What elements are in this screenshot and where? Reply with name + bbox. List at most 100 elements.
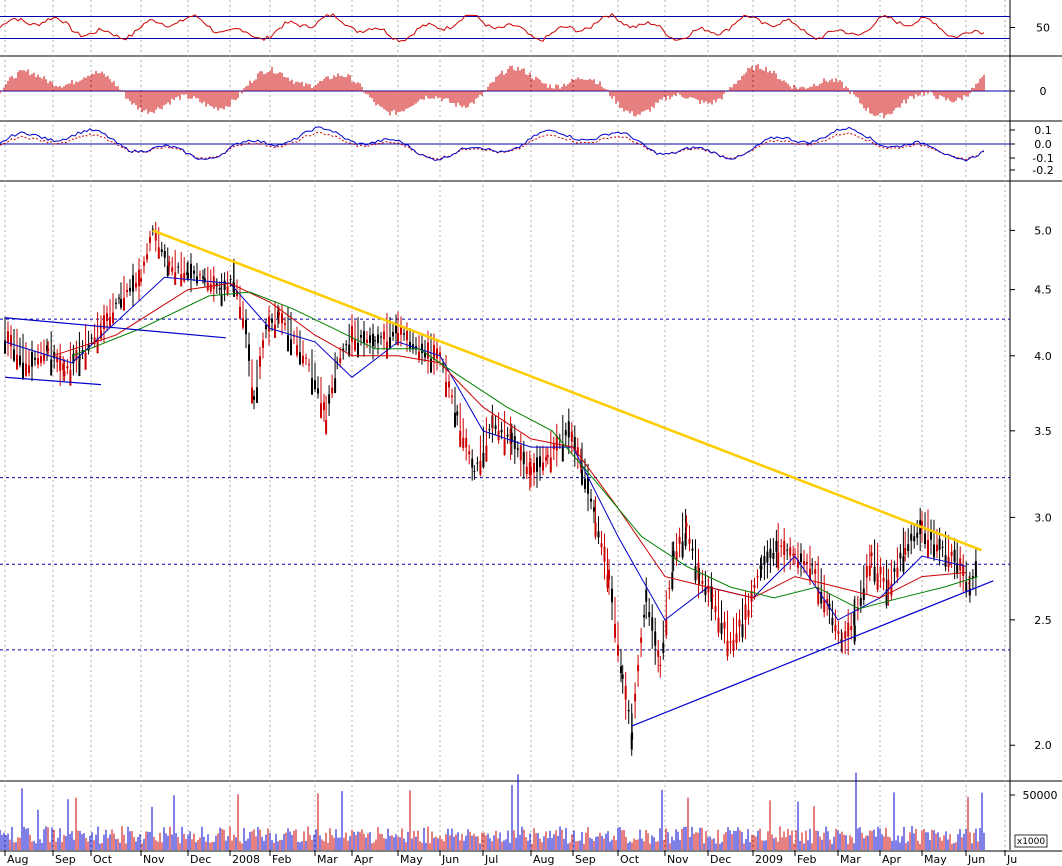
price-candle-body <box>603 546 606 562</box>
volume-panel <box>0 772 985 850</box>
price-candle-body <box>427 342 429 359</box>
price-candle-body <box>331 387 334 394</box>
price-candle-body <box>720 623 723 634</box>
price-candle-body <box>941 546 944 548</box>
price-candle-body <box>328 394 331 404</box>
price-candle-body <box>448 381 450 388</box>
price-candle-body <box>513 436 516 449</box>
price-candle-body <box>953 549 956 563</box>
price-tick-label: 3.5 <box>1034 425 1052 438</box>
price-candle-body <box>567 421 570 438</box>
price-candle-body <box>587 477 589 494</box>
price-candle-body <box>149 237 151 243</box>
month-label: Jul <box>484 853 498 866</box>
price-candle-body <box>681 541 684 558</box>
price-candle-body <box>334 378 337 393</box>
month-label: 2008 <box>232 853 260 866</box>
price-candle-body <box>962 565 965 576</box>
price-candle-body <box>800 553 802 563</box>
rsi-tick-label: 50 <box>1036 22 1050 35</box>
price-candle-body <box>611 588 613 603</box>
price-candle-body <box>831 617 834 626</box>
price-candle-body <box>160 249 163 252</box>
month-label: 2009 <box>755 853 783 866</box>
price-candle-body <box>284 323 286 325</box>
price-candle-body <box>738 619 741 627</box>
price-candle-body <box>933 544 935 558</box>
price-candle-body <box>893 568 896 572</box>
stock-chart: Aug Sep Oct Nov Dec 2008 Feb Mar Apr May Jun Jul Aug… <box>0 0 1062 866</box>
price-candle-body <box>281 313 283 324</box>
month-label: Oct <box>93 853 113 866</box>
price-candle-body <box>374 340 376 342</box>
price-candle-body <box>834 625 837 632</box>
price-candle-body <box>811 564 814 566</box>
month-label: Feb <box>272 853 291 866</box>
price-candle-body <box>226 286 229 294</box>
price-candle-body <box>69 369 72 386</box>
price-candle-body <box>369 335 371 343</box>
price-candle-body <box>624 685 627 700</box>
price-candle-body <box>37 358 39 365</box>
price-candle-body <box>239 306 241 319</box>
price-candle-body <box>668 588 671 589</box>
trendline <box>631 580 994 727</box>
oscillator-tick-label: 0.0 <box>1034 138 1052 151</box>
horizontal-levels <box>0 318 1010 651</box>
price-candle-body <box>694 566 697 581</box>
month-label: May <box>924 853 947 866</box>
moving-averages <box>4 276 978 621</box>
month-label: Aug <box>533 853 554 866</box>
price-candle-body <box>775 541 778 552</box>
price-candle-body <box>853 625 856 641</box>
price-candle-body <box>354 339 356 351</box>
price-candle-body <box>397 333 399 345</box>
price-candle-body <box>549 457 552 473</box>
price-candle-body <box>899 552 902 559</box>
price-candle-body <box>163 251 166 258</box>
moving-average-line <box>52 282 967 599</box>
price-candle-body <box>691 548 694 551</box>
price-candle-body <box>654 631 657 646</box>
price-candle-body <box>545 457 547 461</box>
month-label: Nov <box>667 853 689 866</box>
price-candle-body <box>714 606 717 613</box>
price-candle-body <box>471 458 474 468</box>
price-candle-body <box>380 336 382 338</box>
price-candle-body <box>927 539 929 557</box>
price-candle-body <box>209 284 212 292</box>
price-candle-body <box>678 536 681 544</box>
price-candle-body <box>50 359 53 376</box>
month-label: Apr <box>882 853 902 866</box>
price-candle-body <box>220 294 223 306</box>
price-candle-body <box>870 552 873 556</box>
price-candle-body <box>180 274 183 287</box>
price-candle-body <box>760 566 763 570</box>
price-candle-body <box>688 538 691 544</box>
price-candle-body <box>456 411 459 416</box>
price-candle-body <box>503 439 506 456</box>
price-candle-body <box>129 287 131 292</box>
price-candle-body <box>287 335 289 352</box>
price-candle-body <box>865 565 868 578</box>
price-candle-body <box>859 598 862 606</box>
price-candle-body <box>597 531 600 538</box>
price-candle-body <box>389 337 391 349</box>
price-candle-body <box>594 522 597 537</box>
month-label: Nov <box>143 853 165 866</box>
month-label: Dec <box>710 853 731 866</box>
price-tick-label: 2.5 <box>1034 614 1052 627</box>
price-candle-body <box>418 351 420 360</box>
price-tick-label: 2.0 <box>1034 739 1052 752</box>
price-candle-body <box>648 612 651 618</box>
price-candle-body <box>640 637 643 643</box>
price-candle-body <box>488 429 491 431</box>
price-candle-body <box>311 378 313 395</box>
price-candle-body <box>259 356 261 367</box>
price-candle-body <box>253 396 255 400</box>
price-candle-body <box>314 380 316 390</box>
price-candle-body <box>620 666 622 674</box>
price-candle-body <box>539 456 541 467</box>
price-tick-label: 4.5 <box>1034 284 1052 297</box>
price-candle-body <box>698 574 701 576</box>
